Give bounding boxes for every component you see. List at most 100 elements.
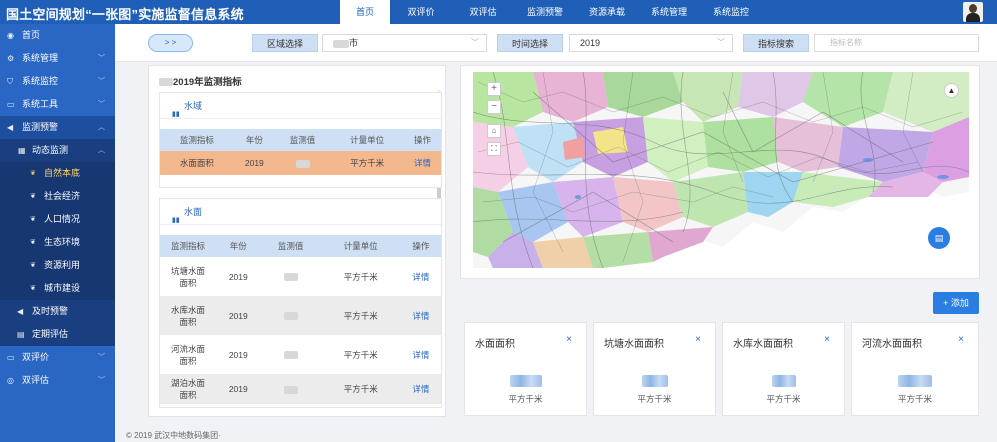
sidebar-item-system-monitor[interactable]: ⛉ 系统监控 ﹀	[0, 70, 115, 93]
region-value: 市	[349, 38, 359, 48]
close-icon[interactable]: ×	[824, 334, 830, 345]
bar-chart-icon: ▮▮	[172, 111, 180, 118]
value-redacted	[641, 375, 668, 387]
sidebar-item-resource-use[interactable]: ❦ 资源利用	[0, 254, 115, 277]
metric-unit: 平方千米	[897, 394, 932, 404]
close-icon[interactable]: ×	[695, 334, 701, 345]
metric-title: 水库水面面积	[733, 339, 793, 350]
compass-icon[interactable]: ▲	[944, 83, 959, 98]
section-header: ▮▮ 水域	[160, 93, 441, 119]
table-header-row: 监测指标 年份 监测值 计量单位 操作	[160, 235, 441, 257]
sidebar-item-label: 人口情况	[44, 214, 81, 224]
table-row[interactable]: 河流水面面积 2019 平方千米 详情	[160, 335, 441, 374]
sidebar-item-dual-evaluation[interactable]: ▭ 双评价 ﹀	[0, 346, 115, 369]
sidebar: ◉ 首页 ⚙ 系统管理 ﹀ ⛉ 系统监控 ﹀ ▭ 系统工具 ﹀ ◀ 监测预警 ︿…	[0, 24, 115, 442]
sidebar-item-dual-assessment[interactable]: ◎ 双评估 ﹀	[0, 369, 115, 392]
zoom-out-button[interactable]: −	[487, 100, 501, 114]
cell-unit: 平方千米	[320, 296, 401, 335]
nav-home[interactable]: 首页	[340, 0, 390, 24]
sidebar-item-label: 动态监测	[32, 145, 69, 155]
map-panel: + − ⌂ ⛶ ▲ ▤	[460, 65, 980, 279]
avatar-head	[969, 4, 977, 13]
region-redacted	[333, 39, 349, 48]
sidebar-item-urban-construction[interactable]: ❦ 城市建设	[0, 277, 115, 300]
detail-link[interactable]: 详情	[401, 335, 441, 374]
indicator-panel: 2019年监测指标 ▮▮ 水域 监测指标 年份 监测值 计量单位 操作 水面面积…	[148, 65, 446, 417]
chevron-down-icon: ﹀	[98, 78, 105, 85]
close-icon[interactable]: ×	[958, 334, 964, 345]
nav-system-management[interactable]: 系统管理	[638, 0, 700, 24]
add-button[interactable]: + 添加	[933, 292, 979, 314]
sidebar-item-population[interactable]: ❦ 人口情况	[0, 208, 115, 231]
nav-dual-assessment[interactable]: 双评估	[452, 0, 514, 24]
sidebar-item-label: 社会经济	[44, 191, 81, 201]
app-title: 国土空间规划“一张图”实施监督信息系统	[6, 7, 244, 22]
col-header: 计量单位	[330, 129, 405, 151]
metric-value	[465, 375, 586, 389]
sidebar-item-home[interactable]: ◉ 首页	[0, 24, 115, 47]
cell-value	[260, 296, 321, 335]
chevron-down-icon: ﹀	[98, 55, 105, 62]
avatar[interactable]	[963, 2, 983, 22]
sidebar-item-monitoring-warning[interactable]: ◀ 监测预警 ︿	[0, 116, 115, 139]
map-canvas[interactable]: + − ⌂ ⛶ ▲ ▤	[473, 72, 969, 268]
resource-icon: ❦	[30, 262, 36, 269]
table-row[interactable]: 坑塘水面面积 2019 平方千米 详情	[160, 257, 441, 296]
sidebar-item-label: 及时预警	[32, 306, 69, 316]
fullscreen-icon[interactable]: ⛶	[487, 142, 501, 156]
sidebar-item-periodic-assessment[interactable]: ▤ 定期评估	[0, 323, 115, 346]
cell-year: 2019	[228, 271, 248, 282]
sidebar-item-label: 城市建设	[44, 283, 81, 293]
nav-dual-evaluation[interactable]: 双评价	[390, 0, 452, 24]
building-icon: ❦	[30, 285, 36, 292]
col-header: 监测指标	[160, 129, 234, 151]
close-icon[interactable]: ×	[566, 334, 572, 345]
section-name: 水域	[184, 101, 203, 111]
value-redacted	[283, 312, 298, 321]
indicator-search-input[interactable]: 指标名称	[814, 34, 979, 52]
detail-link[interactable]: 详情	[401, 257, 441, 296]
metric-card: 河流水面面积 × 平方千米	[851, 322, 979, 416]
sidebar-item-label: 系统工具	[22, 99, 59, 109]
indicator-table: 监测指标 年份 监测值 计量单位 操作 水面面积 2019 平方千米 详情	[160, 129, 441, 175]
time-select[interactable]: 2019 ﹀	[569, 34, 733, 52]
sidebar-item-label: 双评价	[22, 352, 50, 362]
metric-value	[723, 375, 844, 389]
section-header: ▮▮ 水面	[160, 199, 441, 225]
sidebar-item-label: 首页	[22, 30, 41, 40]
table-row[interactable]: 水库水面面积 2019 平方千米 详情	[160, 296, 441, 335]
cell-indicator: 坑塘水面面积	[170, 265, 205, 288]
value-redacted	[295, 159, 310, 168]
sidebar-item-label: 监测预警	[22, 122, 59, 132]
expand-button[interactable]: > >	[148, 34, 193, 52]
toolbox-icon: ▭	[7, 100, 15, 109]
sidebar-item-system-tools[interactable]: ▭ 系统工具 ﹀	[0, 93, 115, 116]
detail-link[interactable]: 详情	[400, 296, 441, 335]
person-icon: ❦	[30, 216, 36, 223]
cell-indicator: 湖泊水面面积	[160, 374, 216, 404]
nav-monitoring[interactable]: 监测预警	[514, 0, 576, 24]
nav-resource-capacity[interactable]: 资源承载	[576, 0, 638, 24]
col-header: 年份	[233, 129, 275, 151]
table-row[interactable]: 水面面积 2019 平方千米 详情	[160, 151, 441, 175]
table-row[interactable]: 湖泊水面面积 2019 平方千米 详情	[160, 374, 441, 404]
sidebar-item-timely-warning[interactable]: ◀ 及时预警	[0, 300, 115, 323]
indicator-table: 监测指标 年份 监测值 计量单位 操作 坑塘水面面积 2019 平方千米 详情 …	[160, 235, 441, 404]
col-header: 监测值	[274, 129, 331, 151]
chart-icon: ❦	[30, 193, 36, 200]
home-icon[interactable]: ⌂	[487, 124, 501, 138]
nav-system-monitor[interactable]: 系统监控	[700, 0, 762, 24]
detail-link[interactable]: 详情	[404, 151, 441, 175]
section-name: 水面	[184, 207, 203, 217]
sidebar-item-ecology[interactable]: ❦ 生态环境	[0, 231, 115, 254]
sidebar-item-natural-background[interactable]: ❦ 自然本底	[0, 162, 115, 185]
sidebar-item-system-management[interactable]: ⚙ 系统管理 ﹀	[0, 47, 115, 70]
detail-link[interactable]: 详情	[400, 374, 441, 404]
value-redacted	[509, 375, 542, 387]
region-select[interactable]: 市 ﹀	[322, 34, 487, 52]
zoom-in-button[interactable]: +	[487, 82, 501, 96]
sidebar-item-social-economy[interactable]: ❦ 社会经济	[0, 185, 115, 208]
sidebar-item-dynamic-monitoring[interactable]: ▦ 动态监测 ︿	[0, 139, 115, 162]
map-document-button[interactable]: ▤	[928, 227, 950, 249]
metric-value	[852, 375, 978, 389]
